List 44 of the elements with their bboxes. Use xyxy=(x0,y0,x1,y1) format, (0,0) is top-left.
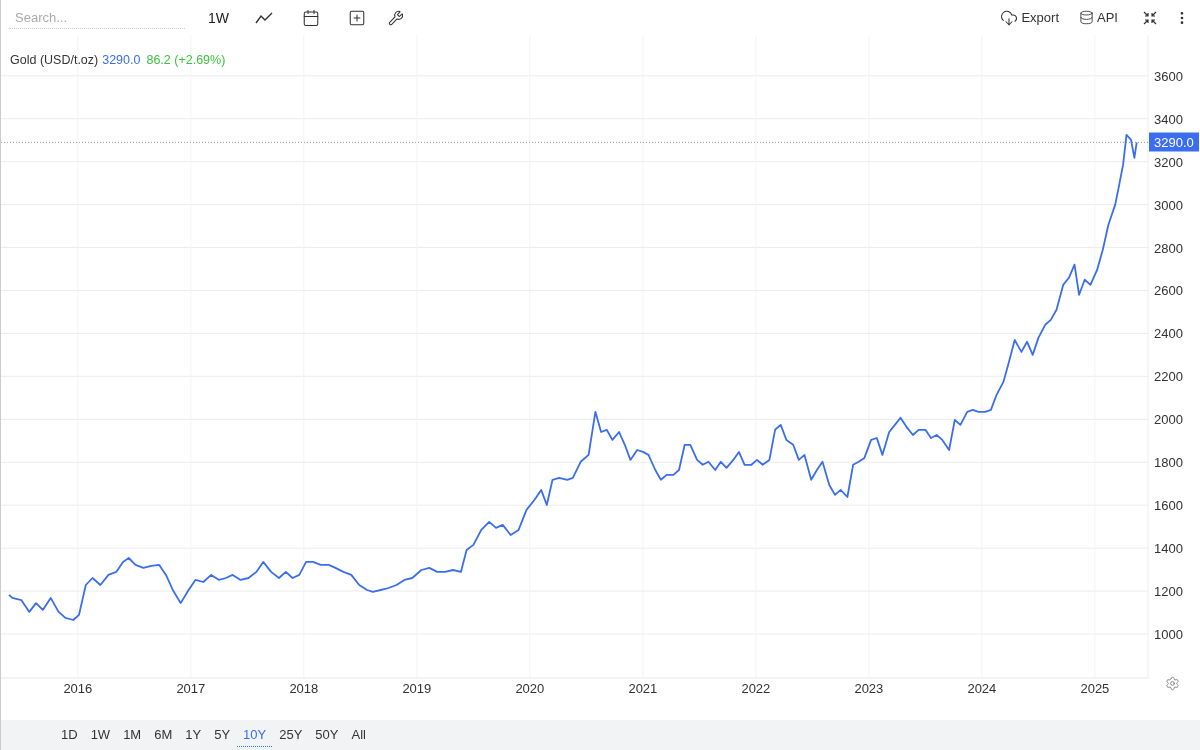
range-tab[interactable]: 25Y xyxy=(273,723,309,747)
api-button[interactable]: API xyxy=(1077,8,1120,27)
axis-label: 2017 xyxy=(176,681,206,696)
axis-label: 1400 xyxy=(1154,541,1183,557)
axis-label: 1200 xyxy=(1154,584,1183,600)
database-icon xyxy=(1079,10,1095,25)
settings-icon[interactable] xyxy=(1165,676,1180,691)
range-tab[interactable]: 1M xyxy=(117,723,148,747)
range-tab[interactable]: 6M xyxy=(148,723,179,747)
axis-label: 1800 xyxy=(1154,455,1183,471)
axis-label: 2800 xyxy=(1154,240,1183,256)
axis-label: 2023 xyxy=(854,681,884,696)
axis-label: 2021 xyxy=(628,681,658,696)
axis-label: 2018 xyxy=(289,681,319,696)
range-tab[interactable]: All xyxy=(345,723,372,747)
axis-label: 2024 xyxy=(967,681,997,696)
axis-label: 2000 xyxy=(1154,412,1183,428)
interval-selector[interactable]: 1W xyxy=(208,9,229,26)
export-button[interactable]: Export xyxy=(998,6,1062,29)
axis-label: 2025 xyxy=(1080,681,1110,696)
axis-label: 2020 xyxy=(515,681,545,696)
range-tab[interactable]: 50Y xyxy=(309,723,345,747)
axis-label: 2600 xyxy=(1154,283,1183,299)
axis-label: 2022 xyxy=(741,681,771,696)
axis-label: 2200 xyxy=(1154,369,1183,385)
cloud-download-icon xyxy=(1000,8,1019,27)
axis-label: 2019 xyxy=(402,681,432,696)
price-tag: 3290.0 xyxy=(1149,132,1199,152)
range-tab[interactable]: 1D xyxy=(55,723,84,747)
range-tab[interactable]: 1W xyxy=(84,723,117,747)
range-tab[interactable]: 1Y xyxy=(179,723,208,747)
instrument-title: Gold (USD/t.oz) xyxy=(10,53,99,67)
axis-label: 3400 xyxy=(1154,111,1183,127)
axis-label: 2400 xyxy=(1154,326,1183,342)
axis-label: 1000 xyxy=(1154,627,1183,642)
axis-label: 3200 xyxy=(1154,154,1183,170)
range-tab[interactable]: 10Y xyxy=(237,723,273,747)
axis-label: 2016 xyxy=(63,681,93,696)
axis-label: 3000 xyxy=(1154,197,1183,213)
last-price: 3290.0 xyxy=(102,53,141,67)
price-change: 86.2 (+2.69%) xyxy=(146,53,226,67)
range-tab[interactable]: 5Y xyxy=(208,723,237,747)
axis-label: 3600 xyxy=(1154,68,1183,84)
axis-label: 1600 xyxy=(1154,498,1183,514)
